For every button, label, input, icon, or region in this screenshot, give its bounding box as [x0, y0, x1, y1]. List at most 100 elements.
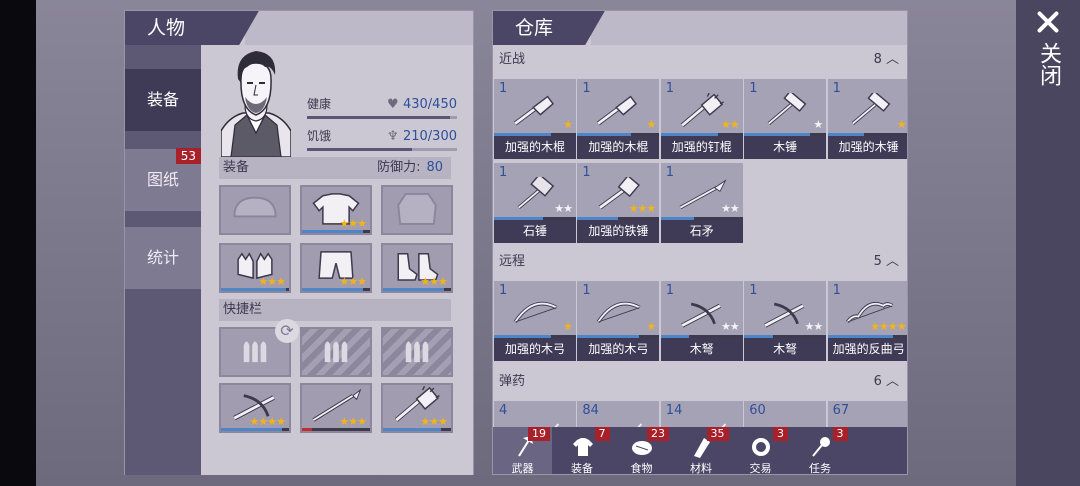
- health-bar: [307, 116, 457, 119]
- durability-fill: [302, 230, 364, 233]
- rarity-stars: ★★: [721, 118, 740, 131]
- item-label: 加强的钉棍: [660, 136, 743, 159]
- storage-item[interactable]: 1 ★★ 加强的钉棍: [660, 79, 743, 159]
- header-bar: [591, 11, 907, 45]
- storage-item[interactable]: 1 ★★ 石锤: [494, 163, 576, 243]
- item-label: 石锤: [494, 220, 576, 243]
- item-label: 加强的木棍: [494, 136, 576, 159]
- item-label: 加强的铁锤: [577, 220, 660, 243]
- storage-item[interactable]: 1 ★★★★ 加强的反曲弓: [827, 281, 907, 361]
- jacket-slot[interactable]: [381, 185, 453, 235]
- storage-item[interactable]: 1 ★ 木锤: [744, 79, 827, 159]
- rarity-stars: ★★★: [339, 275, 367, 288]
- durability-bar: [221, 428, 289, 431]
- crossbow-slot[interactable]: ★★★★: [219, 383, 291, 433]
- hammer-icon: [767, 90, 807, 125]
- storage-title: 仓库: [493, 11, 571, 45]
- tab-statistics[interactable]: 统计: [125, 227, 201, 289]
- item-label: 加强的木棍: [577, 136, 660, 159]
- category-name: 近战: [499, 52, 526, 67]
- storage-category-tabs: 武器 19 装备 7 食物 23 材料 35 交易 3 任务 3: [493, 427, 907, 475]
- storage-tab-5[interactable]: 任务 3: [791, 427, 850, 474]
- tab-label: 图纸: [146, 170, 179, 189]
- defense-readout: 防御力: 80: [377, 157, 443, 179]
- rarity-stars: ★: [563, 320, 573, 333]
- close-label[interactable]: 关闭: [1036, 42, 1061, 86]
- pants-slot[interactable]: ★★★: [300, 243, 372, 293]
- tab-label: 交易: [749, 462, 772, 475]
- character-portrait: [221, 51, 291, 157]
- tab-badge: 19: [528, 427, 550, 441]
- durability-fill: [221, 288, 286, 291]
- defense-value: 80: [426, 160, 443, 175]
- gloves-slot[interactable]: ★★★: [219, 243, 291, 293]
- category-ammo[interactable]: 弹药 6 ︿: [493, 369, 907, 395]
- hunger-bar: [307, 148, 457, 151]
- item-label: 加强的木锤: [827, 136, 907, 159]
- jacket-icon: [397, 192, 437, 225]
- health-label: 健康: [307, 97, 332, 111]
- wooden-club-icon: [513, 95, 554, 126]
- chevron-up-icon[interactable]: ︿: [886, 254, 899, 269]
- storage-item[interactable]: 1 ★ 加强的木棍: [494, 79, 576, 159]
- category-melee[interactable]: 近战 8 ︿: [493, 47, 907, 73]
- tab-blueprints[interactable]: 图纸 53: [125, 148, 201, 211]
- tab-badge: 35: [706, 427, 729, 441]
- durability-fill: [383, 288, 445, 291]
- equipment-label: 装备: [223, 160, 250, 175]
- boots-slot[interactable]: ★★★: [381, 243, 453, 293]
- item-label: 加强的木弓: [577, 338, 660, 361]
- storage-item[interactable]: 1 ★ 加强的木弓: [577, 281, 660, 361]
- letterbox: [0, 0, 36, 486]
- category-count: 5 ︿: [874, 249, 899, 275]
- ammo-slot-2[interactable]: [300, 327, 372, 377]
- durability-bar: [302, 428, 370, 431]
- storage-item[interactable]: 1 ★★ 石矛: [660, 163, 743, 243]
- shirt-icon: [572, 438, 593, 456]
- spear-slot[interactable]: ★★★: [300, 383, 372, 433]
- rarity-stars: ★★★: [420, 275, 448, 288]
- key-icon: [811, 437, 830, 457]
- health-value: 430/450: [402, 97, 457, 112]
- tab-badge: 23: [647, 427, 669, 441]
- shirt-slot[interactable]: ★★★: [300, 185, 372, 235]
- ammo-icon: [324, 341, 348, 363]
- spiked-club-slot[interactable]: ★★★: [381, 383, 453, 433]
- storage-item[interactable]: 1 ★ 加强的木锤: [827, 79, 907, 159]
- rarity-stars: ★★: [554, 202, 573, 215]
- stomach-icon: ♆: [387, 129, 399, 144]
- ammo-icon: [405, 341, 429, 363]
- ammo-slot-3[interactable]: [381, 327, 453, 377]
- helmet-slot[interactable]: [219, 185, 291, 235]
- chevron-up-icon[interactable]: ︿: [886, 52, 899, 67]
- health-bar-fill: [307, 116, 451, 119]
- storage-tab-1[interactable]: 装备 7: [553, 427, 612, 474]
- storage-tab-0[interactable]: 武器 19: [493, 427, 552, 474]
- character-panel: 人物 装备 图纸 53 统计 健康 ♥ 430/450 饥饿 ♆ 210/300…: [124, 10, 474, 475]
- storage-tab-4[interactable]: 交易 3: [731, 427, 790, 475]
- hunger-value: 210/300: [402, 129, 457, 144]
- trade-icon: [752, 438, 770, 456]
- rarity-stars: ★: [646, 320, 657, 333]
- storage-item[interactable]: 1 ★★ 木弩: [744, 281, 827, 361]
- storage-tab-2[interactable]: 食物 23: [612, 427, 671, 474]
- category-name: 远程: [499, 254, 526, 269]
- durability-fill: [221, 428, 283, 431]
- storage-item[interactable]: 1 ★★★ 加强的铁锤: [577, 163, 660, 243]
- swap-icon[interactable]: ⟳: [275, 319, 299, 343]
- tab-equipment[interactable]: 装备: [125, 69, 201, 131]
- storage-item[interactable]: 1 ★ 加强的木棍: [577, 79, 660, 159]
- tab-badge: 7: [594, 427, 610, 441]
- tab-label: 统计: [146, 248, 179, 267]
- chevron-up-icon[interactable]: ︿: [886, 374, 899, 389]
- close-icon[interactable]: [1034, 8, 1062, 36]
- close-bar[interactable]: 关闭: [1016, 0, 1080, 486]
- storage-tab-3[interactable]: 材料 35: [672, 427, 731, 474]
- storage-item[interactable]: 1 ★ 加强的木弓: [494, 281, 576, 361]
- category-ranged[interactable]: 远程 5 ︿: [493, 249, 907, 275]
- storage-item[interactable]: 1 ★★ 木弩: [660, 281, 743, 361]
- rarity-stars: ★★★: [628, 202, 657, 215]
- durability-fill: [302, 288, 364, 291]
- hammer-icon: [851, 90, 890, 125]
- category-count: 8 ︿: [874, 47, 899, 73]
